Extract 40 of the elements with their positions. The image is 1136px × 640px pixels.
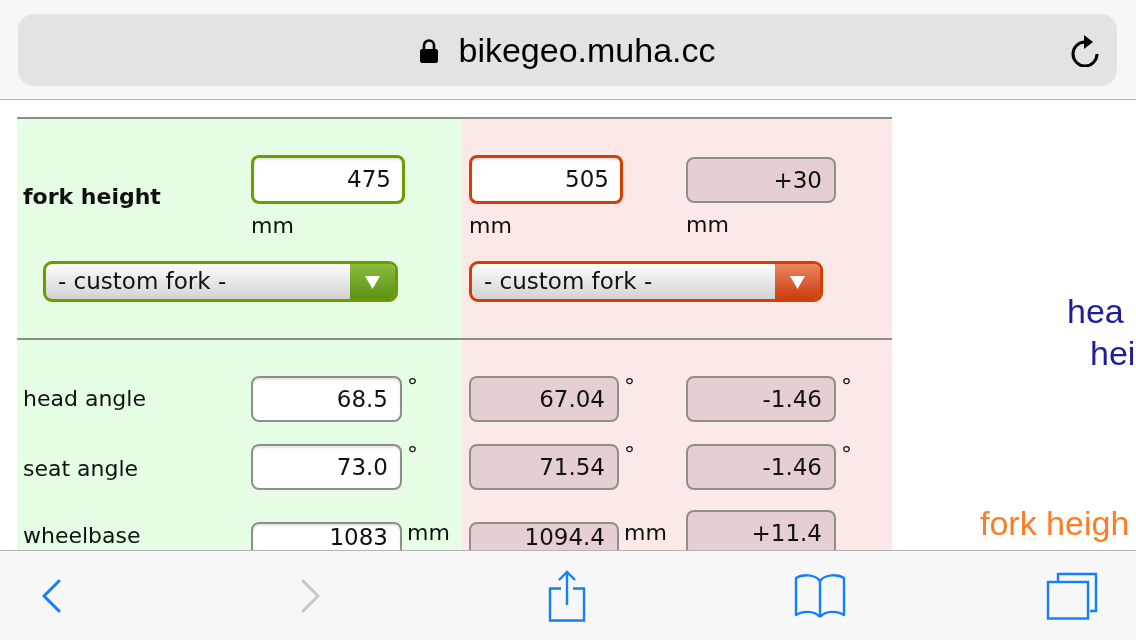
number-field: +30	[686, 157, 836, 203]
unit-label: °	[841, 376, 852, 398]
caret-icon	[350, 264, 395, 299]
unit-label: mm	[251, 215, 294, 237]
unit-label: °	[407, 376, 418, 398]
diagram-label: fork heigh	[980, 506, 1130, 540]
field-label: fork height	[23, 184, 161, 209]
fork-dropdown[interactable]: - custom fork -	[469, 261, 823, 302]
number-field: 1094.4	[469, 522, 619, 550]
number-field[interactable]: 68.5	[251, 376, 402, 422]
unit-label: mm	[407, 522, 450, 544]
number-field: +11.4	[686, 510, 836, 550]
number-field: 71.54	[469, 444, 619, 490]
unit-label: mm	[469, 215, 512, 237]
unit-label: °	[407, 444, 418, 466]
number-field: 67.04	[469, 376, 619, 422]
url-text[interactable]: bikegeo.muha.cc	[458, 33, 716, 67]
field-label: wheelbase	[23, 523, 141, 548]
book-icon[interactable]	[794, 572, 846, 619]
tabs-icon[interactable]	[1046, 571, 1098, 620]
unit-label: °	[624, 444, 635, 466]
field-label: seat angle	[23, 456, 139, 481]
unit-label: °	[841, 444, 852, 466]
number-field[interactable]: 1083	[251, 522, 402, 550]
caret-icon	[775, 264, 820, 299]
unit-label: mm	[624, 522, 667, 544]
diagram-label: hea	[1067, 294, 1124, 328]
fork-dropdown[interactable]: - custom fork -	[43, 261, 398, 302]
unit-label: °	[624, 376, 635, 398]
diagram-label: hei	[1090, 336, 1136, 370]
number-field: -1.46	[686, 444, 836, 490]
reload-icon[interactable]	[1070, 33, 1100, 67]
unit-label: mm	[686, 214, 729, 236]
number-field[interactable]: 505	[469, 155, 623, 204]
share-icon[interactable]	[548, 569, 586, 622]
number-field[interactable]: 73.0	[251, 444, 402, 490]
number-field: -1.46	[686, 376, 836, 422]
field-label: head angle	[23, 386, 146, 411]
number-field[interactable]: 475	[251, 155, 405, 204]
back-icon[interactable]	[40, 578, 62, 613]
